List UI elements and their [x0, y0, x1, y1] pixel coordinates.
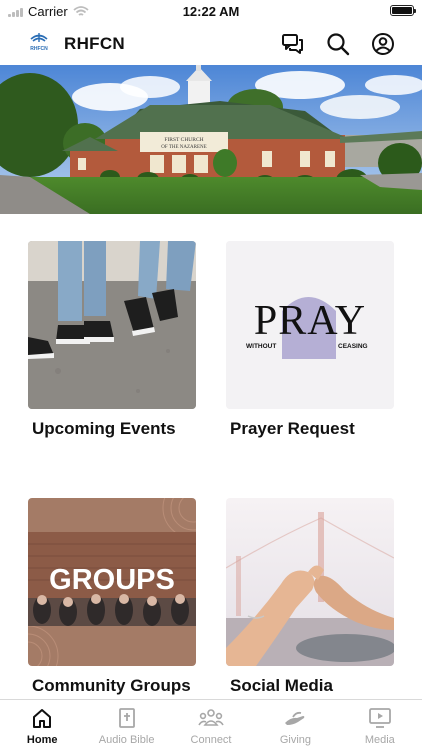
- tab-label: Giving: [279, 734, 312, 746]
- app-title: RHFCN: [64, 34, 125, 53]
- status-time: 12:22 AM: [182, 4, 240, 19]
- church-sign-line2: OF THE NAZARENE: [161, 145, 206, 150]
- community-groups-image: GROUPS: [28, 498, 196, 666]
- home-icon: [33, 709, 52, 728]
- bottom-tab-bar: Home Audio Bible Connect Giving Media: [0, 699, 422, 750]
- church-logo: RHFCN: [28, 30, 50, 52]
- people-icon: [198, 709, 224, 726]
- groups-art-title: GROUPS: [49, 564, 175, 596]
- card-label: Upcoming Events: [32, 419, 176, 438]
- search-icon[interactable]: [326, 32, 350, 56]
- card-label: Prayer Request: [230, 419, 355, 438]
- app-header: RHFCN RHFCN: [0, 24, 422, 64]
- prayer-request-image: PRAY WITHOUT CEASING: [226, 241, 394, 409]
- upcoming-events-image: [28, 241, 196, 409]
- card-upcoming-events[interactable]: Upcoming Events: [28, 241, 196, 438]
- tab-home[interactable]: Home: [0, 700, 84, 750]
- bible-icon: [118, 708, 135, 728]
- card-label: Social Media: [230, 676, 333, 695]
- pray-art-left: WITHOUT: [246, 343, 276, 350]
- status-bar: Carrier 12:22 AM: [0, 0, 422, 22]
- tab-label: Audio Bible: [98, 734, 155, 746]
- chat-icon[interactable]: [281, 32, 305, 56]
- tab-label: Home: [26, 734, 58, 746]
- church-sign-line1: FIRST CHURCH: [164, 137, 203, 143]
- card-prayer-request[interactable]: PRAY WITHOUT CEASING Prayer Request: [226, 241, 394, 438]
- card-social-media[interactable]: Social Media: [226, 498, 394, 695]
- pray-art-title: PRAY: [254, 298, 366, 344]
- tab-audio-bible[interactable]: Audio Bible: [84, 700, 168, 750]
- media-play-icon: [368, 708, 391, 728]
- battery-icon: [390, 5, 416, 16]
- tab-label: Connect: [190, 734, 232, 746]
- account-icon[interactable]: [371, 32, 395, 56]
- card-community-groups[interactable]: GROUPS Community Groups: [28, 498, 196, 695]
- tab-label: Media: [364, 734, 395, 746]
- logo-caption: RHFCN: [30, 46, 48, 52]
- card-label: Community Groups: [32, 676, 191, 695]
- tab-connect[interactable]: Connect: [169, 700, 253, 750]
- giving-hand-icon: [285, 711, 305, 725]
- hero-church-photo: FIRST CHURCH OF THE NAZARENE: [0, 65, 422, 214]
- social-media-image: [226, 498, 394, 666]
- pray-art-right: CEASING: [338, 343, 368, 350]
- tab-giving[interactable]: Giving: [253, 700, 337, 750]
- tab-media[interactable]: Media: [338, 700, 422, 750]
